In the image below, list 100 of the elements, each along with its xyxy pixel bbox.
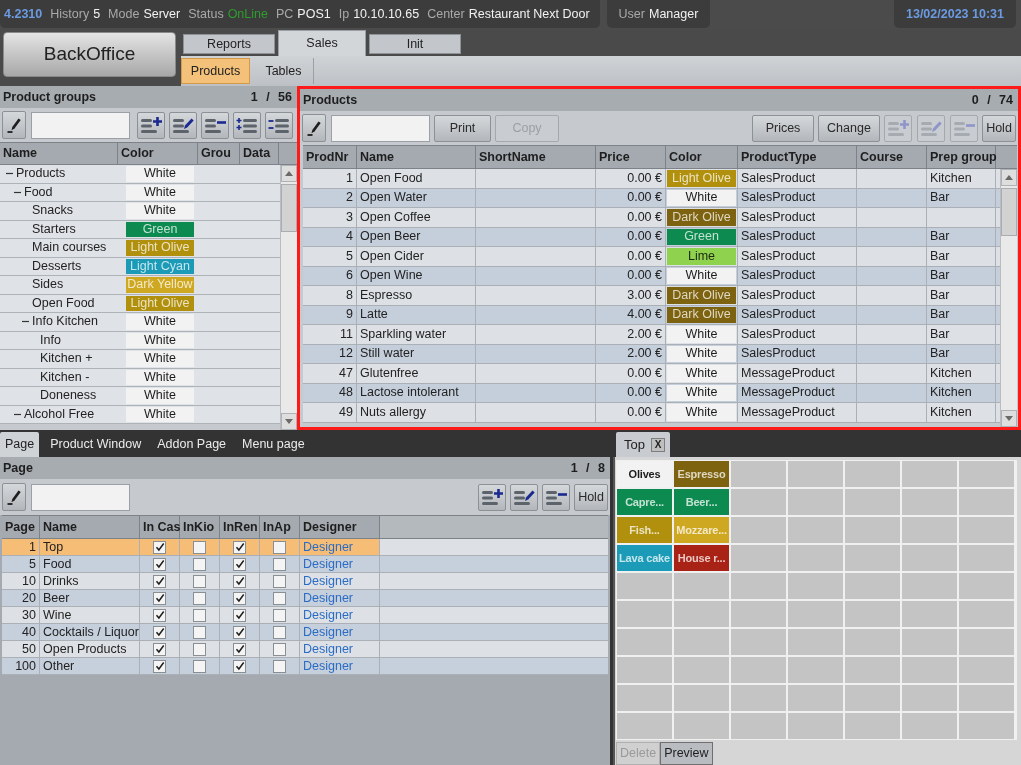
- search-field[interactable]: [331, 114, 430, 142]
- empty-tile-slot[interactable]: [845, 685, 900, 711]
- tab[interactable]: Menu page: [237, 432, 310, 457]
- scrollbar-thumb[interactable]: [1001, 188, 1017, 236]
- checkbox[interactable]: [233, 608, 246, 622]
- tree-item-label[interactable]: Info Kitchen: [32, 312, 98, 332]
- empty-tile-slot[interactable]: [959, 601, 1014, 627]
- tab[interactable]: Init: [369, 34, 461, 54]
- column-header[interactable]: InRen: [220, 516, 260, 538]
- empty-tile-slot[interactable]: [731, 545, 786, 571]
- empty-tile-slot[interactable]: [845, 545, 900, 571]
- edit-mode-button[interactable]: [2, 111, 26, 139]
- empty-tile-slot[interactable]: [788, 545, 843, 571]
- subtab[interactable]: Tables: [254, 58, 314, 84]
- empty-tile-slot[interactable]: [788, 517, 843, 543]
- empty-tile-slot[interactable]: [788, 601, 843, 627]
- empty-tile-slot[interactable]: [788, 489, 843, 515]
- empty-tile-slot[interactable]: [845, 573, 900, 599]
- empty-tile-slot[interactable]: [674, 601, 729, 627]
- tree-item-label[interactable]: Info: [40, 330, 61, 350]
- checkbox[interactable]: [233, 540, 246, 554]
- tab[interactable]: Page: [0, 432, 40, 457]
- checkbox[interactable]: [273, 642, 286, 656]
- designer-link[interactable]: Designer: [303, 639, 354, 659]
- empty-tile-slot[interactable]: [788, 657, 843, 683]
- checkbox[interactable]: [233, 642, 246, 656]
- empty-tile-slot[interactable]: [617, 629, 672, 655]
- empty-tile-slot[interactable]: [845, 461, 900, 487]
- checkbox[interactable]: [273, 659, 286, 673]
- checkbox[interactable]: [273, 608, 286, 622]
- toolbar-button[interactable]: Prices: [752, 114, 814, 142]
- checkbox[interactable]: [193, 659, 206, 673]
- designer-link[interactable]: Designer: [303, 605, 354, 625]
- empty-tile-slot[interactable]: [845, 601, 900, 627]
- empty-tile-slot[interactable]: [959, 461, 1014, 487]
- empty-tile-slot[interactable]: [959, 629, 1014, 655]
- column-header[interactable]: Name: [0, 143, 118, 164]
- product-tile-button[interactable]: Espresso: [674, 461, 729, 487]
- empty-tile-slot[interactable]: [845, 489, 900, 515]
- empty-tile-slot[interactable]: [731, 657, 786, 683]
- empty-tile-slot[interactable]: [674, 629, 729, 655]
- empty-tile-slot[interactable]: [959, 657, 1014, 683]
- empty-tile-slot[interactable]: [902, 713, 957, 739]
- column-header[interactable]: ProductType: [738, 146, 857, 168]
- tree-item-label[interactable]: Open Food: [32, 293, 95, 313]
- column-header[interactable]: Prep group: [927, 146, 996, 168]
- empty-tile-slot[interactable]: [617, 601, 672, 627]
- empty-tile-slot[interactable]: [674, 713, 729, 739]
- column-header[interactable]: Data: [240, 143, 279, 164]
- empty-tile-slot[interactable]: [902, 517, 957, 543]
- empty-tile-slot[interactable]: [959, 573, 1014, 599]
- checkbox[interactable]: [273, 625, 286, 639]
- empty-tile-slot[interactable]: [902, 629, 957, 655]
- scroll-down-button[interactable]: [1001, 410, 1017, 427]
- empty-tile-slot[interactable]: [845, 657, 900, 683]
- checkbox[interactable]: [193, 625, 206, 639]
- tree-item-label[interactable]: Products: [16, 164, 66, 184]
- empty-tile-slot[interactable]: [731, 629, 786, 655]
- toolbar-button[interactable]: Hold: [982, 114, 1016, 142]
- tab[interactable]: Addon Page: [152, 432, 232, 457]
- search-field[interactable]: [31, 111, 130, 139]
- empty-tile-slot[interactable]: [959, 517, 1014, 543]
- checkbox[interactable]: [273, 557, 286, 571]
- edit-button[interactable]: [510, 483, 538, 511]
- empty-tile-slot[interactable]: [731, 601, 786, 627]
- empty-tile-slot[interactable]: [674, 657, 729, 683]
- add-button[interactable]: [478, 483, 506, 511]
- product-tile-button[interactable]: House r...: [674, 545, 729, 571]
- empty-tile-slot[interactable]: [731, 461, 786, 487]
- empty-tile-slot[interactable]: [731, 489, 786, 515]
- checkbox[interactable]: [193, 608, 206, 622]
- empty-tile-slot[interactable]: [617, 685, 672, 711]
- checkbox[interactable]: [233, 591, 246, 605]
- tree-item-label[interactable]: Food: [24, 182, 53, 202]
- checkbox[interactable]: [273, 540, 286, 554]
- close-button[interactable]: X: [650, 437, 665, 452]
- checkbox[interactable]: [153, 574, 166, 588]
- empty-tile-slot[interactable]: [731, 517, 786, 543]
- tab[interactable]: Top X: [616, 432, 670, 457]
- checkbox[interactable]: [193, 557, 206, 571]
- column-header[interactable]: Course: [857, 146, 927, 168]
- column-header[interactable]: ShortName: [476, 146, 596, 168]
- empty-tile-slot[interactable]: [731, 713, 786, 739]
- tree-item-label[interactable]: Starters: [32, 219, 76, 239]
- checkbox[interactable]: [153, 659, 166, 673]
- add-child-button[interactable]: [233, 111, 261, 139]
- edit-mode-button[interactable]: [2, 483, 26, 511]
- column-header[interactable]: Price: [596, 146, 666, 168]
- checkbox[interactable]: [193, 540, 206, 554]
- checkbox[interactable]: [153, 625, 166, 639]
- backoffice-button[interactable]: BackOffice: [3, 32, 176, 77]
- checkbox[interactable]: [153, 642, 166, 656]
- tab[interactable]: Sales: [278, 30, 366, 56]
- checkbox[interactable]: [233, 574, 246, 588]
- empty-tile-slot[interactable]: [959, 489, 1014, 515]
- column-header[interactable]: Name: [40, 516, 140, 538]
- column-header[interactable]: InAp: [260, 516, 300, 538]
- empty-tile-slot[interactable]: [788, 685, 843, 711]
- column-header[interactable]: Page: [2, 516, 40, 538]
- vertical-scrollbar[interactable]: [280, 165, 297, 430]
